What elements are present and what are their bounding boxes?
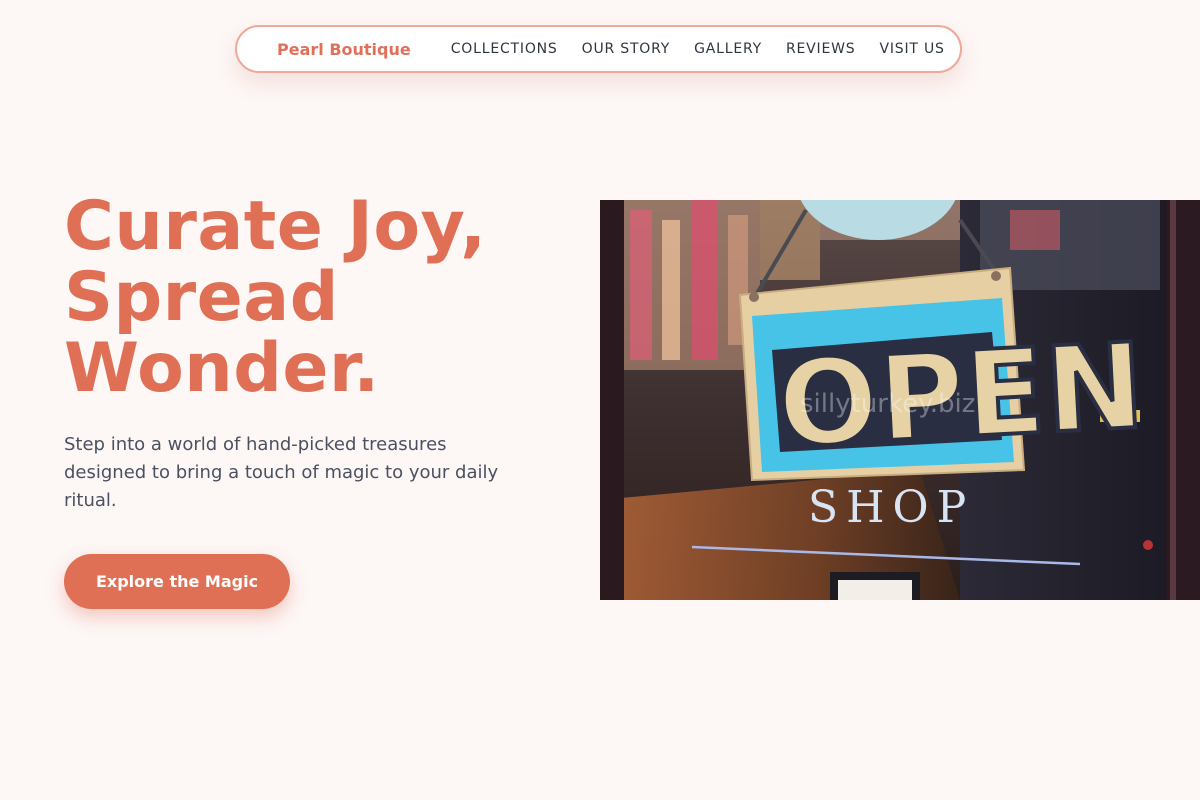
shop-window-text: SHOP	[808, 482, 974, 533]
hero-image: OPEN SHOP sillyturkey.biz	[600, 200, 1200, 600]
watermark-text: sillyturkey.biz	[800, 389, 975, 419]
hero-title: Curate Joy, Spread Wonder.	[64, 191, 564, 404]
hero-subtitle: Step into a world of hand-picked treasur…	[64, 434, 499, 511]
explore-button[interactable]: Explore the Magic	[64, 554, 290, 609]
hero-title-line-3: Wonder.	[64, 329, 380, 408]
hero-title-line-1: Curate Joy,	[64, 187, 487, 266]
hero-title-line-2: Spread	[64, 258, 339, 337]
top-nav: Pearl Boutique COLLECTIONS OUR STORY GAL…	[235, 25, 962, 73]
nav-link-reviews[interactable]: REVIEWS	[786, 41, 855, 57]
open-sign-photo: OPEN SHOP sillyturkey.biz	[600, 200, 1200, 600]
nav-links: COLLECTIONS OUR STORY GALLERY REVIEWS VI…	[451, 41, 945, 57]
nav-link-collections[interactable]: COLLECTIONS	[451, 41, 558, 57]
nav-link-our-story[interactable]: OUR STORY	[582, 41, 671, 57]
nav-link-gallery[interactable]: GALLERY	[694, 41, 762, 57]
nav-link-visit-us[interactable]: VISIT US	[879, 41, 944, 57]
brand-logo-link[interactable]: Pearl Boutique	[277, 40, 411, 59]
